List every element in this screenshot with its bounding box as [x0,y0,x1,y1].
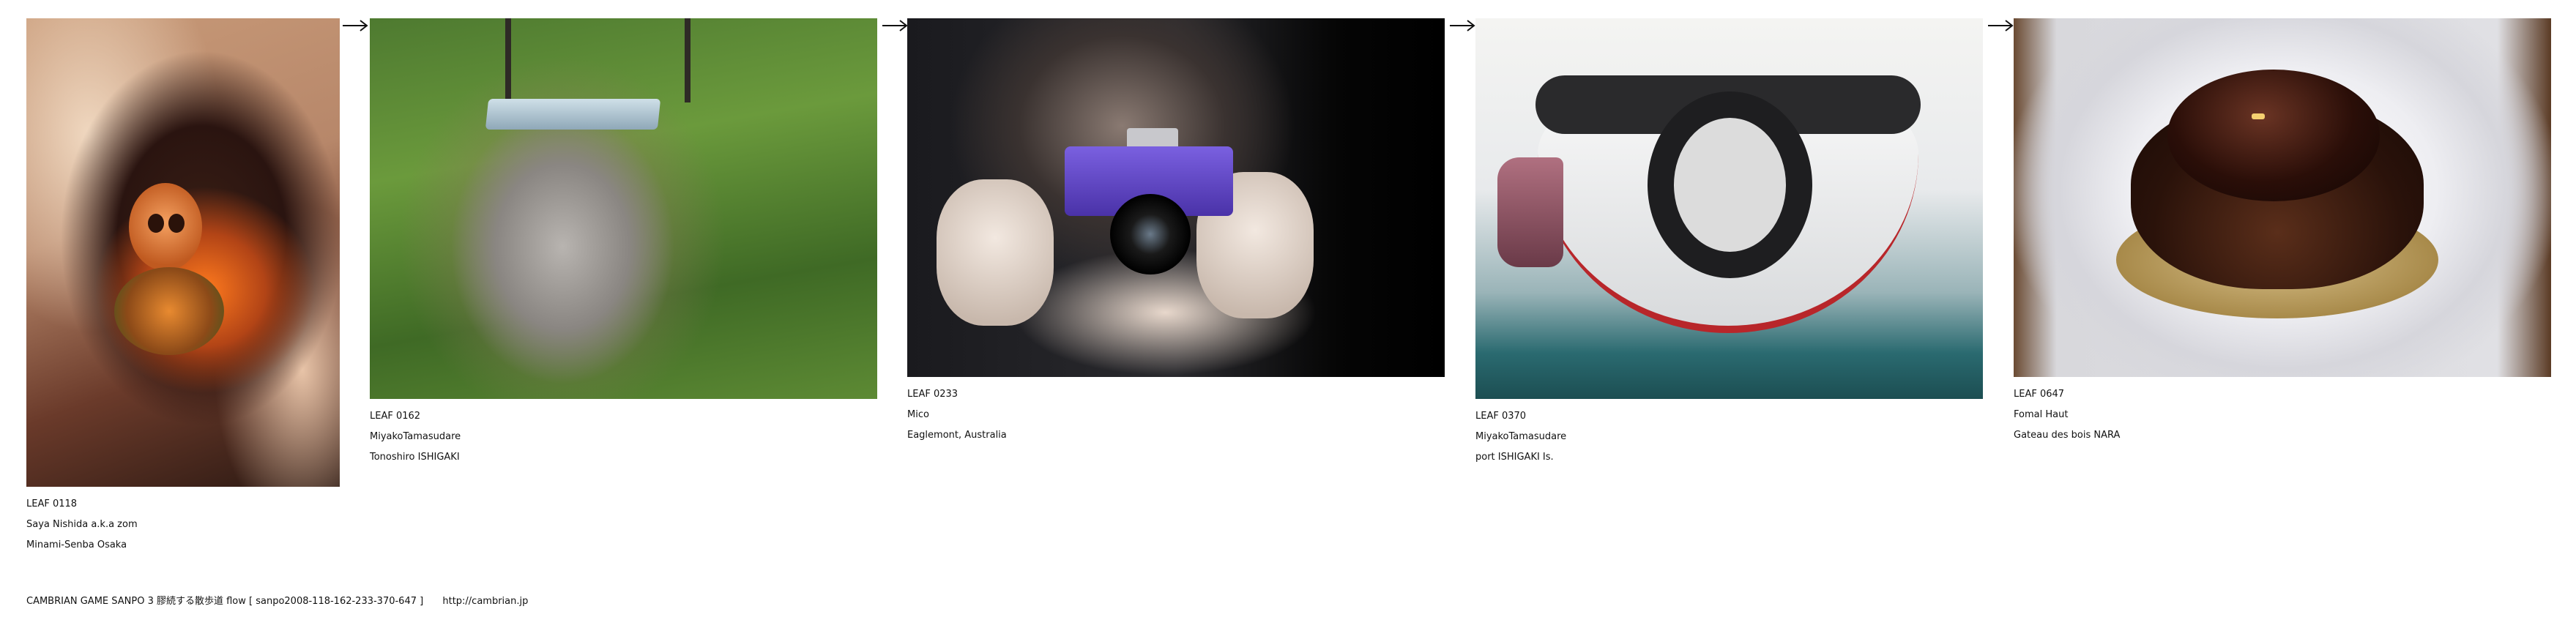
photo-leaf-0647[interactable] [2014,18,2551,377]
leaf-caption: LEAF 0118 Saya Nishida a.k.a zom Minami-… [26,494,340,556]
leaf-author: MiyakoTamasudare [1475,431,1567,442]
leaf-caption: LEAF 0647 Fomal Haut Gateau des bois NAR… [2014,384,2551,446]
leaf-author: MiyakoTamasudare [370,431,461,442]
footer: CAMBRIAN GAME SANPO 3 膠続する散歩道 flow [ san… [26,593,528,607]
swing-seat [485,99,661,130]
gold-leaf [2252,113,2265,119]
leaf-place: port ISHIGAKI Is. [1475,452,1554,463]
photo-leaf-0118[interactable] [26,18,340,487]
leaf-id: LEAF 0647 [2014,389,2065,400]
photo-leaf-0233[interactable] [907,18,1445,377]
swing-rope [685,18,690,102]
cake-dome [2167,70,2380,201]
leaf-place: Gateau des bois NARA [2014,430,2121,441]
footer-url-link[interactable]: http://cambrian.jp [442,596,528,607]
photo-leaf-0370[interactable] [1475,18,1983,399]
swing-rope [505,18,511,102]
leaf-caption: LEAF 0370 MiyakoTamasudare port ISHIGAKI… [1475,406,1983,468]
leaf-caption: LEAF 0233 Mico Eaglemont, Australia [907,384,1445,446]
right-arrow-icon [343,20,368,31]
figure-face [129,183,202,271]
leaf-author: Mico [907,409,929,420]
eye-shape [168,214,185,233]
eye-shape [148,214,164,233]
right-arrow-icon [882,20,908,31]
leaf-id: LEAF 0233 [907,389,958,400]
photo-leaf-0162[interactable] [370,18,877,399]
right-arrow-icon [1450,20,1475,31]
leaf-caption: LEAF 0162 MiyakoTamasudare Tonoshiro ISH… [370,406,877,468]
tire [1648,91,1812,278]
left-hand [937,179,1054,326]
right-arrow-icon [1988,20,2014,31]
figure-body [114,267,224,355]
leaf-id: LEAF 0162 [370,411,421,422]
leaf-0647: LEAF 0647 Fomal Haut Gateau des bois NAR… [2014,18,2551,446]
leaf-0233: LEAF 0233 Mico Eaglemont, Australia [907,18,1445,446]
leaf-place: Minami-Senba Osaka [26,539,127,550]
leaf-0162: LEAF 0162 MiyakoTamasudare Tonoshiro ISH… [370,18,877,468]
leaf-author: Saya Nishida a.k.a zom [26,519,138,530]
leaf-0370: LEAF 0370 MiyakoTamasudare port ISHIGAKI… [1475,18,1983,468]
leaf-id: LEAF 0118 [26,498,78,509]
leaf-place: Eaglemont, Australia [907,430,1007,441]
footer-text: CAMBRIAN GAME SANPO 3 膠続する散歩道 flow [ san… [26,596,424,607]
leaf-0118: LEAF 0118 Saya Nishida a.k.a zom Minami-… [26,18,340,556]
camera-lens [1110,194,1191,274]
leaf-id: LEAF 0370 [1475,411,1527,422]
leaf-place: Tonoshiro ISHIGAKI [370,452,460,463]
leaf-author: Fomal Haut [2014,409,2069,420]
hanging-cloth [1497,157,1563,267]
